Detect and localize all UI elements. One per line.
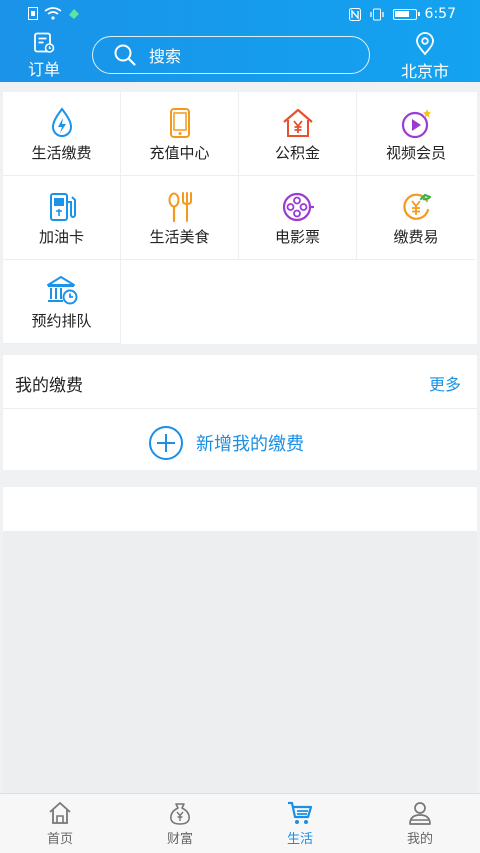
service-grid: 生活缴费 充值中心 公积金 视频会员 加油卡 生活美食 电影票 缴费易 预约排队 [3, 92, 477, 344]
more-link[interactable]: 更多 [429, 371, 461, 395]
service-label: 生活美食 [149, 228, 210, 246]
food-icon [168, 192, 192, 223]
app-notification-icon [69, 8, 79, 19]
profile-icon [409, 802, 431, 825]
service-food[interactable]: 生活美食 [121, 176, 239, 260]
my-payment-section: 我的缴费 更多 新增我的缴费 [3, 355, 477, 470]
tab-label: 首页 [46, 832, 73, 847]
service-label: 视频会员 [385, 144, 446, 162]
status-bar: 6:57 [0, 0, 480, 28]
tab-life[interactable]: 生活 [260, 800, 340, 847]
tab-profile[interactable]: 我的 [380, 800, 460, 847]
sim-icon [28, 7, 38, 20]
city-selector[interactable]: 北京市 [394, 32, 456, 82]
easy-pay-icon [403, 193, 432, 220]
service-movie-ticket[interactable]: 电影票 [239, 176, 357, 260]
service-fuel-card[interactable]: 加油卡 [3, 176, 121, 260]
blank-panel [3, 487, 477, 531]
service-label: 公积金 [274, 144, 320, 162]
add-payment-label: 新增我的缴费 [196, 434, 304, 455]
my-payment-title: 我的缴费 [15, 376, 83, 396]
nfc-icon [348, 7, 361, 21]
tab-label: 我的 [406, 832, 433, 847]
wealth-icon [170, 803, 190, 825]
vibrate-icon [369, 8, 384, 20]
orders-icon [34, 32, 55, 53]
housing-fund-icon [282, 108, 313, 137]
search-icon [114, 44, 136, 66]
app-header: 6:57 订单 搜索 北京市 [0, 0, 480, 82]
service-easy-pay[interactable]: 缴费易 [357, 176, 475, 260]
tab-label: 财富 [166, 832, 193, 847]
home-icon [49, 802, 71, 824]
phone-recharge-icon [169, 108, 190, 138]
service-recharge[interactable]: 充值中心 [121, 92, 239, 176]
location-pin-icon [416, 32, 434, 56]
search-placeholder: 搜索 [149, 47, 182, 66]
orders-button[interactable]: 订单 [22, 32, 66, 80]
service-label: 加油卡 [38, 228, 84, 246]
add-circle-icon [149, 426, 183, 460]
city-label: 北京市 [400, 62, 449, 81]
service-bank-queue[interactable]: 预约排队 [3, 260, 121, 344]
content-placeholder [3, 531, 477, 793]
water-bolt-icon [51, 107, 72, 137]
movie-ticket-icon [282, 192, 314, 222]
tab-home[interactable]: 首页 [20, 800, 100, 847]
fuel-card-icon [49, 193, 76, 221]
service-label: 电影票 [274, 228, 320, 246]
search-input[interactable]: 搜索 [92, 36, 370, 74]
bank-queue-icon [46, 276, 77, 305]
orders-label: 订单 [27, 60, 60, 79]
service-label: 预约排队 [31, 312, 92, 330]
add-payment-button[interactable]: 新增我的缴费 [148, 425, 304, 461]
service-label: 缴费易 [393, 228, 439, 246]
tab-label: 生活 [286, 832, 313, 847]
service-housing-fund[interactable]: 公积金 [239, 92, 357, 176]
bottom-nav: 首页 财富 生活 我的 [0, 793, 480, 853]
cart-icon [288, 801, 313, 824]
service-life-payment[interactable]: 生活缴费 [3, 92, 121, 176]
tab-wealth[interactable]: 财富 [140, 800, 220, 847]
status-time: 6:57 [424, 6, 456, 22]
video-membership-icon [401, 109, 431, 139]
wifi-icon [44, 7, 62, 20]
service-label: 充值中心 [149, 144, 210, 162]
my-payment-header: 我的缴费 更多 [3, 355, 477, 409]
service-video-membership[interactable]: 视频会员 [357, 92, 475, 176]
battery-icon [392, 8, 420, 20]
service-label: 生活缴费 [31, 144, 92, 162]
